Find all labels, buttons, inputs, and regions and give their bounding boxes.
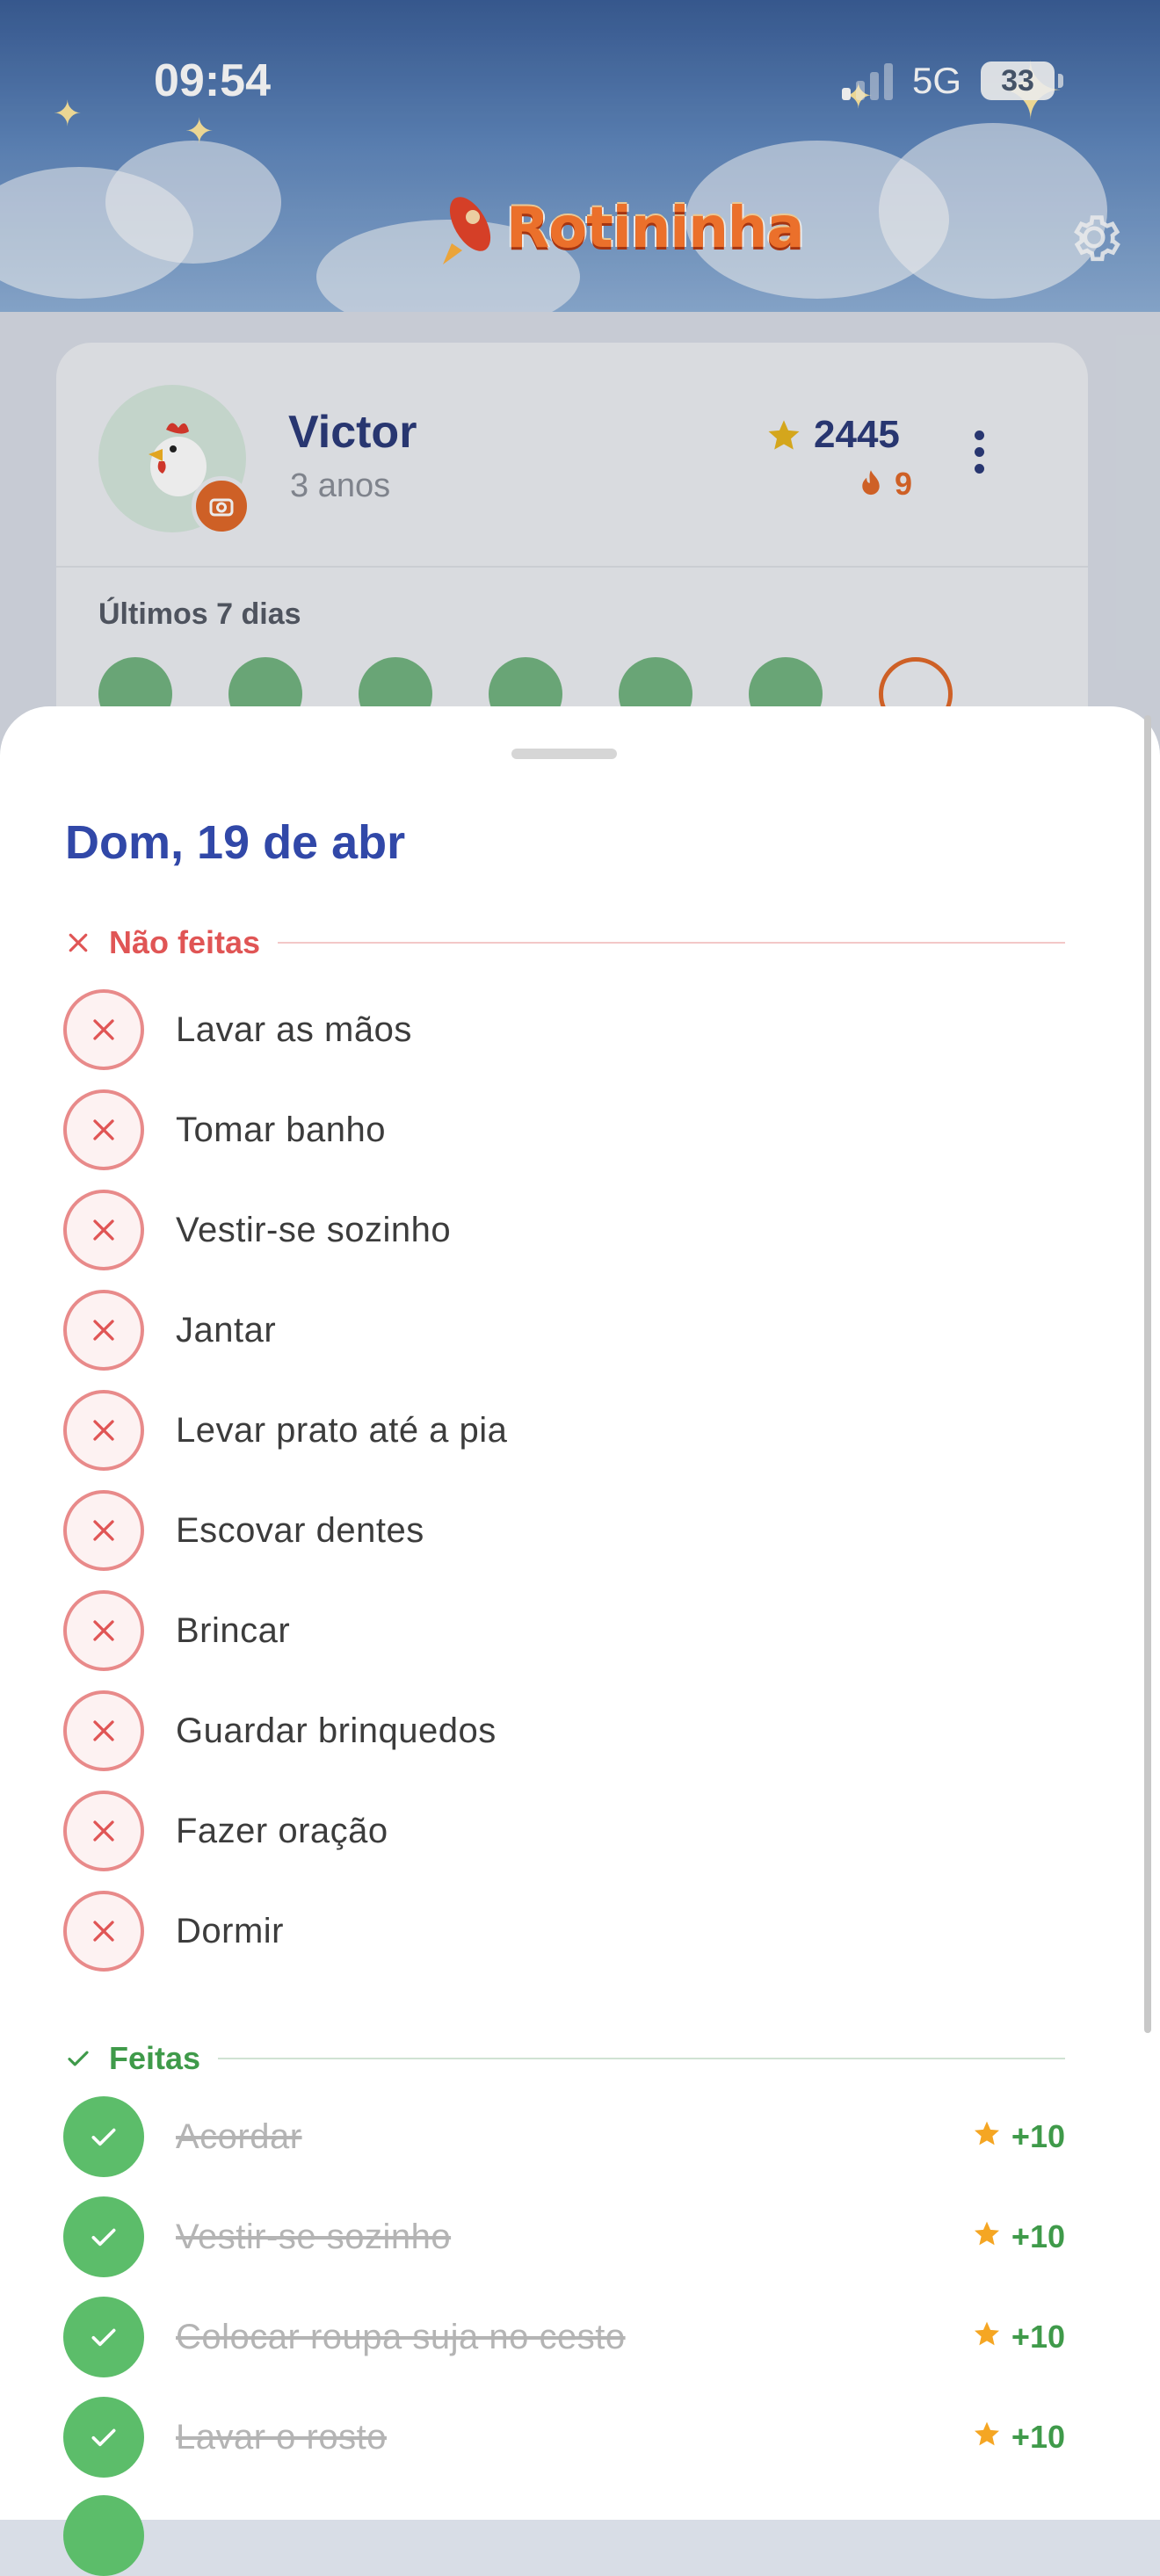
done-check-icon[interactable] — [63, 2196, 144, 2277]
section-divider — [218, 2058, 1065, 2059]
done-check-icon[interactable] — [63, 2297, 144, 2377]
undone-task-item[interactable]: Levar prato até a pia — [63, 1390, 1065, 1471]
undone-task-item[interactable]: Lavar as mãos — [63, 989, 1065, 1070]
task-label: Dormir — [176, 1911, 284, 1950]
task-label: Brincar — [176, 1610, 291, 1650]
done-label: Feitas — [109, 2040, 201, 2076]
done-check-icon[interactable] — [63, 2096, 144, 2177]
task-points-value: +10 — [1011, 2419, 1065, 2455]
undone-circle-icon[interactable] — [63, 1891, 144, 1972]
task-points-value: +10 — [1011, 2319, 1065, 2355]
star-icon — [973, 2419, 1001, 2456]
undone-task-item[interactable]: Brincar — [63, 1590, 1065, 1671]
task-label: Lavar o rosto — [176, 2417, 387, 2457]
undone-circle-icon[interactable] — [63, 989, 144, 1070]
task-points-value: +10 — [1011, 2218, 1065, 2254]
undone-circle-icon[interactable] — [63, 1791, 144, 1871]
undone-label: Não feitas — [109, 924, 261, 960]
undone-circle-icon[interactable] — [63, 1089, 144, 1170]
done-check-icon[interactable] — [63, 2397, 144, 2478]
task-points: +10 — [973, 2419, 1065, 2456]
task-label: Lavar as mãos — [176, 1009, 412, 1049]
sheet-title: Dom, 19 de abr — [65, 816, 406, 869]
day-detail-sheet: Dom, 19 de abr Não feitas Lavar as mãos T… — [0, 706, 1160, 2576]
undone-task-item[interactable]: Escovar dentes — [63, 1490, 1065, 1571]
done-circle[interactable] — [63, 2495, 144, 2576]
undone-task-item[interactable]: Jantar — [63, 1290, 1065, 1371]
undone-circle-icon[interactable] — [63, 1190, 144, 1270]
undone-circle-icon[interactable] — [63, 1490, 144, 1571]
task-label: Vestir-se sozinho — [176, 1210, 452, 1249]
undone-task-item[interactable]: Guardar brinquedos — [63, 1690, 1065, 1771]
task-points: +10 — [973, 2118, 1065, 2155]
undone-circle-icon[interactable] — [63, 1390, 144, 1471]
section-divider — [278, 942, 1065, 944]
task-points-value: +10 — [1011, 2118, 1065, 2154]
undone-circle-icon[interactable] — [63, 1290, 144, 1371]
done-task-item[interactable]: Acordar +10 — [63, 2096, 1065, 2177]
task-points: +10 — [973, 2218, 1065, 2255]
star-icon — [973, 2319, 1001, 2355]
close-icon — [69, 933, 88, 952]
scrollbar[interactable] — [1144, 715, 1151, 2033]
done-task-item[interactable]: Colocar roupa suja no cesto +10 — [63, 2297, 1065, 2377]
task-label: Guardar brinquedos — [176, 1711, 497, 1750]
star-icon — [973, 2218, 1001, 2255]
undone-circle-icon[interactable] — [63, 1690, 144, 1771]
undone-circle-icon[interactable] — [63, 1590, 144, 1671]
task-label: Vestir-se sozinho — [176, 2217, 452, 2256]
done-section-header: Feitas — [65, 2040, 1065, 2077]
sheet-handle[interactable] — [511, 749, 617, 759]
task-item-partial[interactable] — [63, 2495, 1065, 2576]
done-task-item[interactable]: Lavar o rosto +10 — [63, 2397, 1065, 2478]
undone-task-item[interactable]: Vestir-se sozinho — [63, 1190, 1065, 1270]
task-points: +10 — [973, 2319, 1065, 2355]
undone-section-header: Não feitas — [65, 924, 1065, 961]
done-task-item[interactable]: Vestir-se sozinho +10 — [63, 2196, 1065, 2277]
check-icon — [68, 2051, 89, 2066]
task-label: Colocar roupa suja no cesto — [176, 2317, 626, 2356]
undone-task-item[interactable]: Fazer oração — [63, 1791, 1065, 1871]
task-label: Levar prato até a pia — [176, 1410, 508, 1450]
undone-task-item[interactable]: Tomar banho — [63, 1089, 1065, 1170]
undone-task-item[interactable]: Dormir — [63, 1891, 1065, 1972]
task-label: Acordar — [176, 2117, 302, 2156]
task-label: Escovar dentes — [176, 1510, 424, 1550]
task-label: Fazer oração — [176, 1811, 388, 1850]
star-icon — [973, 2118, 1001, 2155]
task-label: Jantar — [176, 1310, 277, 1350]
task-label: Tomar banho — [176, 1110, 386, 1149]
